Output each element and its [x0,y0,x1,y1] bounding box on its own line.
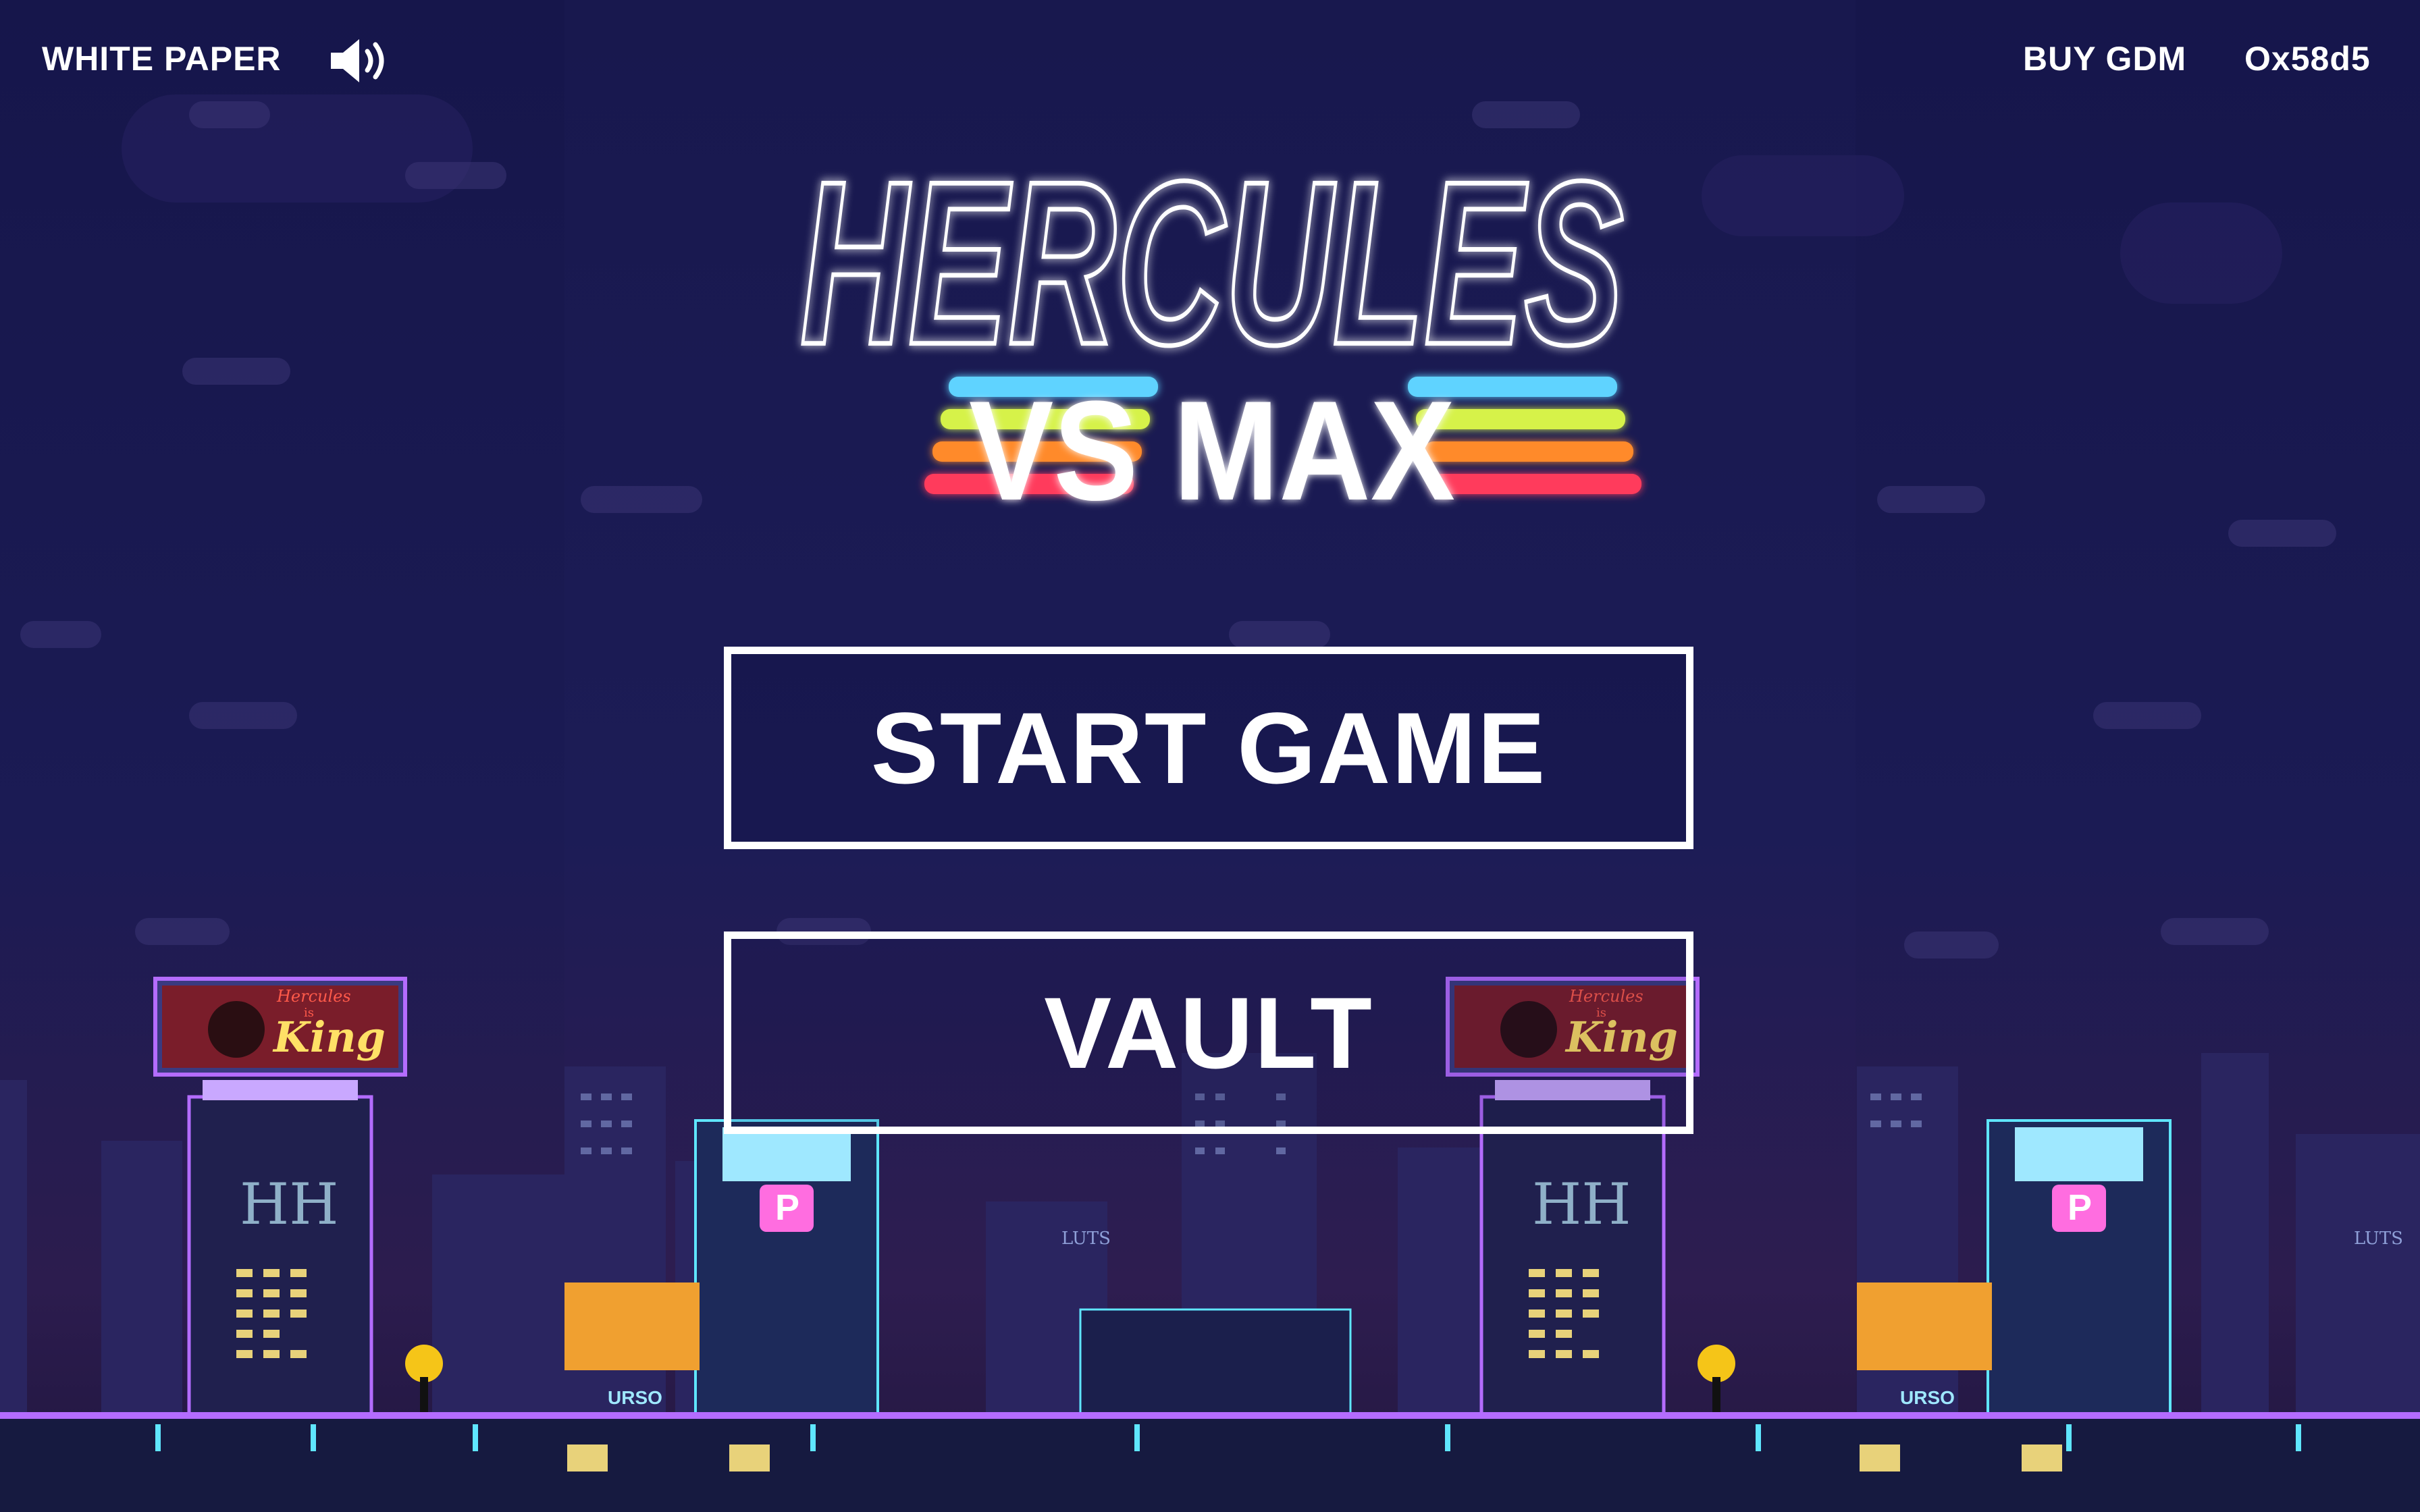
logo-stripe [1432,474,1641,494]
buy-gdm-link[interactable]: BUY GDM [2023,39,2186,78]
billboard-text: King [273,1013,386,1062]
cloud [1877,486,1985,513]
cloud [182,358,290,385]
cloud [2093,702,2201,729]
neon-sign: URSO [1900,1387,1955,1408]
white-paper-link[interactable]: WHITE PAPER [42,39,282,78]
game-logo-art: HERCULES VS MAX [798,130,1641,530]
billboard-text: Hercules [277,987,351,1006]
cloud [581,486,702,513]
wallet-address-button[interactable]: Ox58d5 [2244,39,2371,78]
svg-text:HERCULES: HERCULES [800,155,1625,393]
cloud [1229,621,1330,648]
parking-sign: P [775,1187,800,1228]
tower-sign: HH [1532,1171,1631,1237]
start-game-button[interactable]: START GAME [724,647,1693,849]
vault-button[interactable]: VAULT [724,932,1693,1134]
shop-sign: LUTS [1061,1228,1111,1249]
speaker-volume-icon[interactable] [328,35,393,86]
cloud [405,162,506,189]
top-bar: WHITE PAPER BUY GDM Ox58d5 [0,0,2420,122]
game-screen: Hercules is King Hercules is King HH HH … [0,0,2420,1512]
neon-sign: URSO [608,1387,662,1408]
cloud [1702,155,1904,236]
cloud [2120,202,2282,304]
svg-text:VS MAX: VS MAX [969,371,1455,530]
vault-label: VAULT [1044,975,1373,1089]
shop-sign: LUTS [2354,1228,2403,1249]
cloud [189,702,297,729]
game-logo: HERCULES VS MAX [716,130,1708,533]
cloud [2228,520,2336,547]
parking-sign: P [2068,1187,2093,1228]
start-game-label: START GAME [870,691,1547,805]
cloud [20,621,101,648]
tower-sign: HH [240,1171,339,1237]
logo-stripe [1424,441,1633,462]
